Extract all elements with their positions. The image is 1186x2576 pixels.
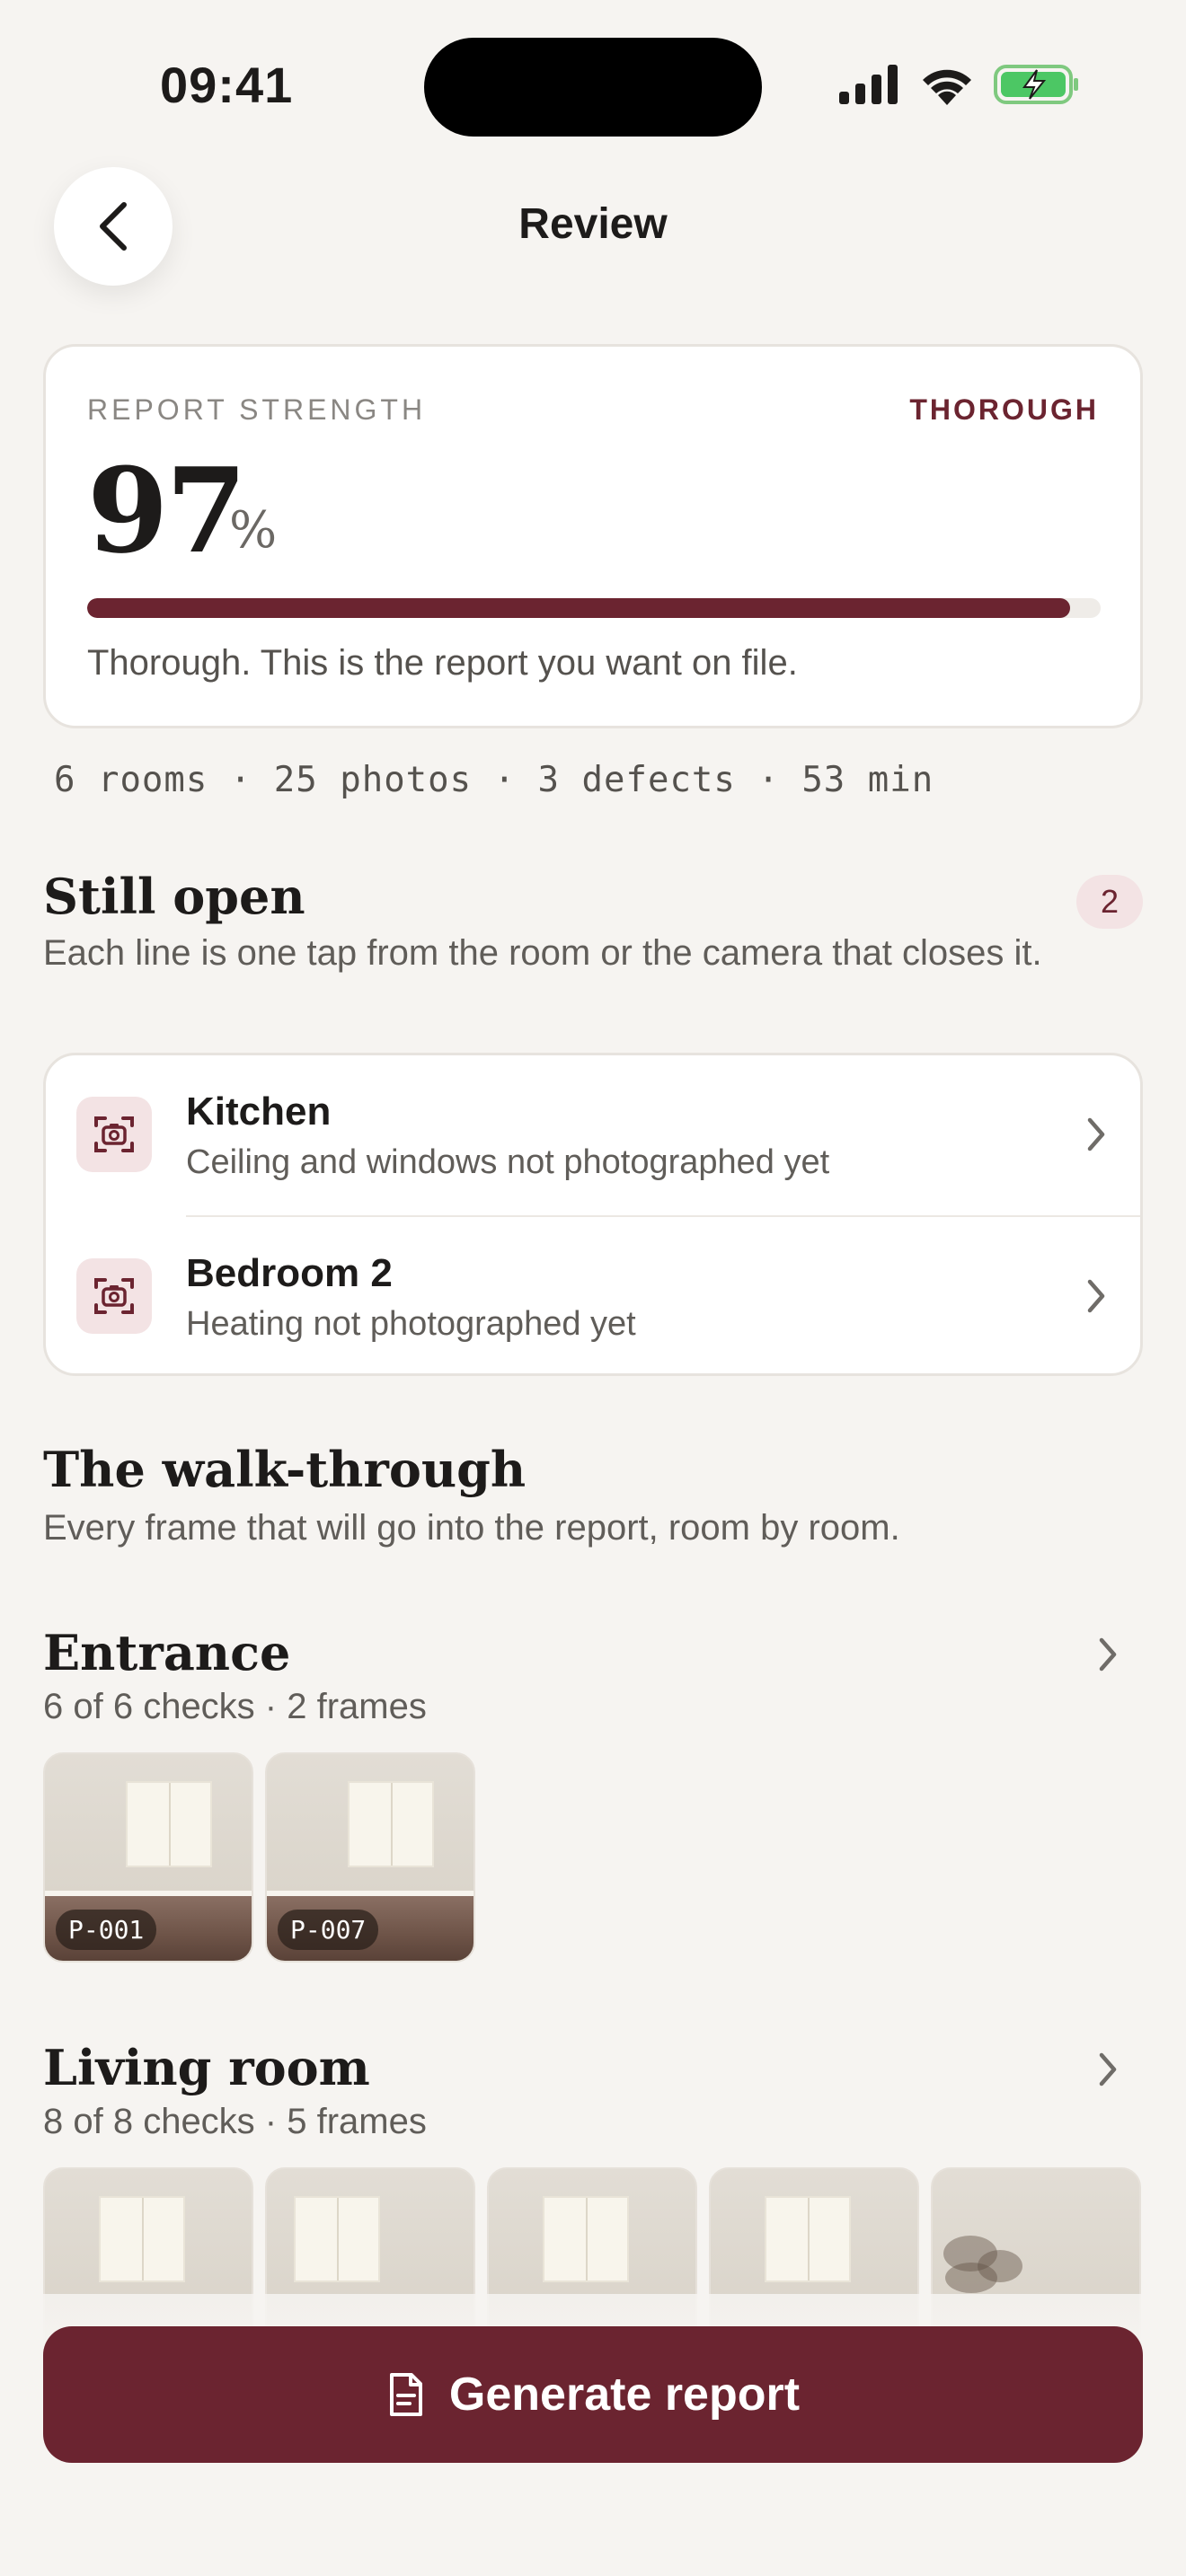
still-open-count-badge: 2 (1076, 875, 1143, 929)
strength-description: Thorough. This is the report you want on… (87, 643, 798, 683)
document-icon (389, 2373, 422, 2416)
stain-graphic (945, 2263, 997, 2293)
window-graphic (348, 1781, 434, 1867)
chevron-right-icon (1087, 1117, 1105, 1151)
walkthrough-subtitle: Every frame that will go into the report… (43, 1508, 900, 1548)
page-title: Review (518, 200, 668, 248)
still-open-title: Still open (43, 868, 305, 925)
status-bar: 09:41 (0, 0, 1186, 171)
open-item-room: Kitchen (186, 1090, 332, 1134)
still-open-list: Kitchen Ceiling and windows not photogra… (43, 1053, 1143, 1376)
cellular-signal-icon (839, 65, 898, 104)
room-meta-entrance: 6 of 6 checks · 2 frames (43, 1687, 427, 1726)
open-item-bedroom-2[interactable]: Bedroom 2 Heating not photographed yet (46, 1217, 1140, 1373)
open-item-kitchen[interactable]: Kitchen Ceiling and windows not photogra… (46, 1055, 1140, 1215)
room-title-entrance[interactable]: Entrance (43, 1624, 290, 1681)
window-graphic (543, 2196, 629, 2282)
room-meta-living-room: 8 of 8 checks · 5 frames (43, 2102, 427, 2141)
frame-thumbnail[interactable]: P-001 (43, 1752, 253, 1963)
camera-icon (76, 1097, 152, 1172)
window-graphic (126, 1781, 212, 1867)
open-item-detail: Ceiling and windows not photographed yet (186, 1143, 830, 1181)
frame-thumbnail[interactable]: P-007 (265, 1752, 475, 1963)
walkthrough-title: The walk-through (43, 1441, 527, 1498)
open-item-detail: Heating not photographed yet (186, 1305, 636, 1343)
camera-icon (76, 1258, 152, 1334)
strength-value: 97 (87, 442, 247, 579)
chevron-right-icon (1087, 1279, 1105, 1313)
status-icons (839, 63, 1080, 106)
strength-label: REPORT STRENGTH (87, 393, 427, 426)
dynamic-island (424, 38, 762, 137)
strength-progress-bar (87, 598, 1101, 618)
open-item-room: Bedroom 2 (186, 1251, 393, 1295)
status-time: 09:41 (160, 57, 294, 113)
window-graphic (99, 2196, 185, 2282)
frame-tag: P-007 (278, 1910, 379, 1950)
battery-charging-icon (994, 65, 1078, 104)
report-summary: 6 rooms · 25 photos · 3 defects · 53 min (54, 760, 934, 800)
strength-progress-fill (87, 598, 1071, 618)
chevron-right-icon[interactable] (1094, 2048, 1121, 2091)
report-strength-card: REPORT STRENGTH THOROUGH 97 % Thorough. … (43, 344, 1143, 728)
generate-report-label: Generate report (448, 2369, 801, 2421)
window-graphic (765, 2196, 851, 2282)
entrance-frames: P-001 P-007 (43, 1752, 475, 1963)
still-open-subtitle: Each line is one tap from the room or th… (43, 933, 1042, 973)
frame-tag: P-001 (56, 1910, 157, 1950)
generate-report-button[interactable]: Generate report (43, 2326, 1143, 2463)
strength-unit: % (229, 501, 278, 560)
room-title-living-room[interactable]: Living room (43, 2039, 370, 2096)
window-graphic (294, 2196, 380, 2282)
wifi-icon (923, 69, 971, 105)
strength-level: THOROUGH (909, 393, 1099, 426)
chevron-right-icon[interactable] (1094, 1633, 1121, 1676)
